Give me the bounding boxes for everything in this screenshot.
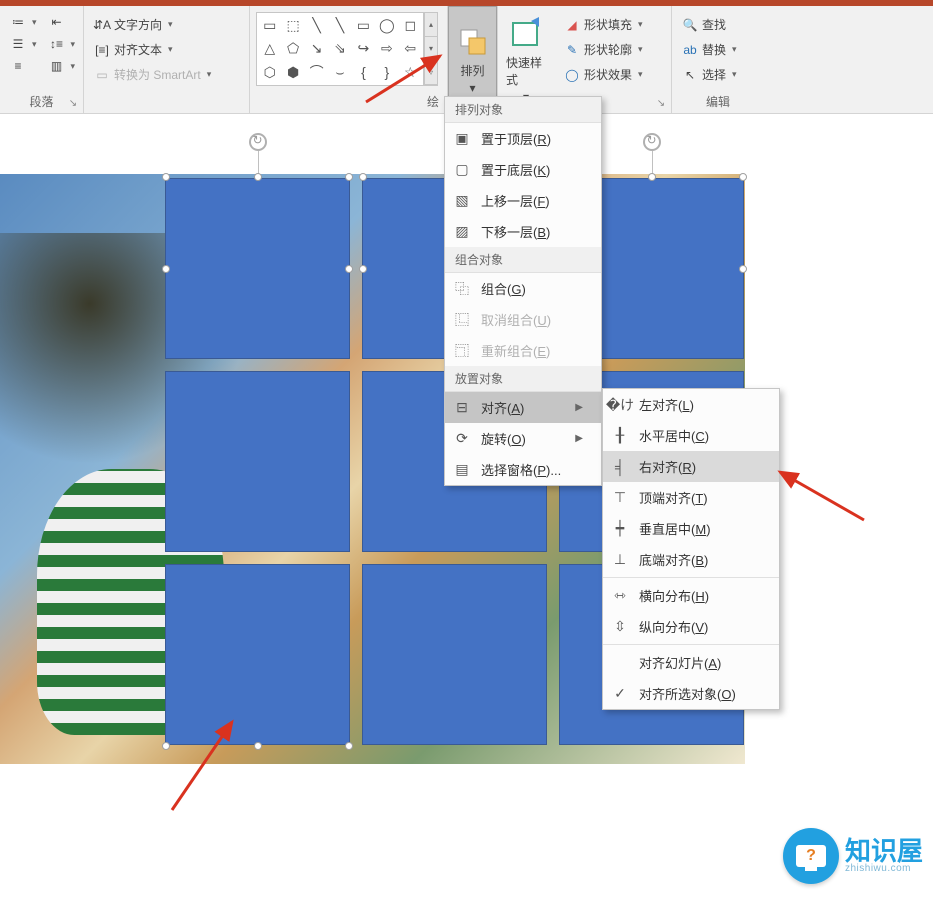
find-icon: 🔍 — [682, 17, 698, 33]
selection-pane-icon: ▤ — [453, 461, 471, 479]
columns-button[interactable]: ▥▾ — [45, 56, 80, 76]
menu-item-regroup[interactable]: ⿹ 重新组合(E) — [445, 335, 601, 366]
menu-separator — [603, 644, 779, 645]
justify-button[interactable]: ≡ — [6, 56, 41, 76]
align-submenu: �け 左对齐(L) ╂ 水平居中(C) ╡ 右对齐(R) ⊤ 顶端对齐(T) ┿… — [602, 388, 780, 710]
paragraph-dialog-launcher[interactable]: ↘ — [66, 96, 80, 110]
align-icon: ⊟ — [453, 399, 471, 417]
find-button[interactable]: 🔍 查找 — [678, 14, 741, 35]
blank-icon — [611, 654, 629, 672]
menu-item-send-to-back[interactable]: ▢ 置于底层(K) — [445, 154, 601, 185]
logo-brand: 知识屋 — [845, 838, 923, 864]
align-text-icon: [≡] — [94, 42, 110, 58]
menu-item-align-selected-objects[interactable]: ✓ 对齐所选对象(O) — [603, 678, 779, 709]
menu-item-rotate[interactable]: ⟳ 旋转(O) ▶ — [445, 423, 601, 454]
rotate-handle-icon[interactable] — [249, 133, 267, 151]
menu-item-align-middle-v[interactable]: ┿ 垂直居中(M) — [603, 513, 779, 544]
submenu-arrow-icon: ▶ — [575, 402, 583, 413]
numbering-button[interactable]: ☰▾ — [6, 34, 41, 54]
menu-item-align-top[interactable]: ⊤ 顶端对齐(T) — [603, 482, 779, 513]
align-right-icon: ╡ — [611, 458, 629, 476]
group-label-editing: 编辑 — [678, 91, 758, 113]
replace-icon: ab — [682, 42, 698, 58]
shapes-gallery[interactable]: ▭⬚╲╲▭◯◻ △⬠↘⇘↪⇨⇦ ⬡⬢⌒⌣{}☆ — [256, 12, 424, 86]
menu-item-selection-pane[interactable]: ▤ 选择窗格(P)... — [445, 454, 601, 485]
menu-item-align-bottom[interactable]: ⊥ 底端对齐(B) — [603, 544, 779, 575]
rotate-icon: ⟳ — [453, 430, 471, 448]
ribbon-group-shapes: ▭⬚╲╲▭◯◻ △⬠↘⇘↪⇨⇦ ⬡⬢⌒⌣{}☆ ▴▾▿ 绘 — [250, 6, 448, 113]
menu-item-align-center-h[interactable]: ╂ 水平居中(C) — [603, 420, 779, 451]
watermark-logo: ? 知识屋 zhishiwu.com — [783, 828, 923, 884]
align-top-icon: ⊤ — [611, 489, 629, 507]
align-center-h-icon: ╂ — [611, 427, 629, 445]
check-icon: ✓ — [611, 685, 629, 703]
select-button[interactable]: ↖ 选择▾ — [678, 64, 741, 85]
convert-smartart-button[interactable]: ▭ 转换为 SmartArt▾ — [90, 64, 215, 85]
align-text-button[interactable]: [≡] 对齐文本▾ — [90, 39, 215, 60]
text-direction-button[interactable]: ⇵A 文字方向▾ — [90, 14, 215, 35]
shape-effects-button[interactable]: ◯ 形状效果▾ — [560, 64, 647, 85]
menu-item-bring-forward[interactable]: ▧ 上移一层(F) — [445, 185, 601, 216]
menu-item-group[interactable]: ⿻ 组合(G) — [445, 273, 601, 304]
menu-item-bring-to-front[interactable]: ▣ 置于顶层(R) — [445, 123, 601, 154]
menu-separator — [603, 577, 779, 578]
selection-outline — [165, 176, 350, 747]
bring-forward-icon: ▧ — [453, 192, 471, 210]
align-bottom-icon: ⊥ — [611, 551, 629, 569]
align-left-icon: �け — [611, 396, 629, 414]
bullets-button[interactable]: ≔▾ — [6, 12, 41, 32]
menu-header-group-objects: 组合对象 — [445, 247, 601, 273]
ribbon-group-text: ⇵A 文字方向▾ [≡] 对齐文本▾ ▭ 转换为 SmartArt▾ — [84, 6, 250, 113]
menu-item-align-to-slide[interactable]: 对齐幻灯片(A) — [603, 647, 779, 678]
ribbon-group-list-indent: ≔▾ ☰▾ ≡ ⇤ ↕≡▾ ▥▾ 段落 ↘ — [0, 6, 84, 113]
fill-icon: ◢ — [564, 17, 580, 33]
distribute-v-icon: ⇳ — [611, 618, 629, 636]
group-label-draw: 绘 — [256, 91, 441, 113]
outline-icon: ✎ — [564, 42, 580, 58]
effects-icon: ◯ — [564, 67, 580, 83]
text-direction-icon: ⇵A — [94, 17, 110, 33]
menu-item-align-left[interactable]: �け 左对齐(L) — [603, 389, 779, 420]
menu-item-send-backward[interactable]: ▨ 下移一层(B) — [445, 216, 601, 247]
menu-item-distribute-h[interactable]: ⇿ 横向分布(H) — [603, 580, 779, 611]
shape-fill-button[interactable]: ◢ 形状填充▾ — [560, 14, 647, 35]
shape-style-dialog-launcher[interactable]: ↘ — [654, 96, 668, 110]
submenu-arrow-icon: ▶ — [575, 433, 583, 444]
send-backward-icon: ▨ — [453, 223, 471, 241]
quick-styles-icon — [508, 16, 544, 52]
shapes-gallery-scroll[interactable]: ▴▾▿ — [424, 12, 438, 86]
arrange-menu: 排列对象 ▣ 置于顶层(R) ▢ 置于底层(K) ▧ 上移一层(F) ▨ 下移一… — [444, 96, 602, 486]
logo-domain: zhishiwu.com — [845, 864, 923, 874]
menu-item-ungroup[interactable]: ⿺ 取消组合(U) — [445, 304, 601, 335]
smartart-icon: ▭ — [94, 67, 110, 83]
replace-button[interactable]: ab 替换▾ — [678, 39, 741, 60]
ribbon-group-editing: 🔍 查找 ab 替换▾ ↖ 选择▾ 编辑 — [672, 6, 764, 113]
regroup-icon: ⿹ — [453, 342, 471, 360]
group-icon: ⿻ — [453, 280, 471, 298]
send-back-icon: ▢ — [453, 161, 471, 179]
line-spacing-button[interactable]: ↕≡▾ — [45, 34, 80, 54]
align-middle-icon: ┿ — [611, 520, 629, 538]
rotate-handle-icon[interactable] — [643, 133, 661, 151]
select-icon: ↖ — [682, 67, 698, 83]
menu-item-align-right[interactable]: ╡ 右对齐(R) — [603, 451, 779, 482]
menu-header-position-objects: 放置对象 — [445, 366, 601, 392]
menu-header-arrange-objects: 排列对象 — [445, 97, 601, 123]
bring-front-icon: ▣ — [453, 130, 471, 148]
indent-decrease-button[interactable]: ⇤ — [45, 12, 80, 32]
arrange-icon — [455, 24, 491, 60]
ungroup-icon: ⿺ — [453, 311, 471, 329]
logo-badge-icon: ? — [783, 828, 839, 884]
menu-item-align[interactable]: ⊟ 对齐(A) ▶ — [445, 392, 601, 423]
menu-item-distribute-v[interactable]: ⇳ 纵向分布(V) — [603, 611, 779, 642]
shape-outline-button[interactable]: ✎ 形状轮廓▾ — [560, 39, 647, 60]
distribute-h-icon: ⇿ — [611, 587, 629, 605]
